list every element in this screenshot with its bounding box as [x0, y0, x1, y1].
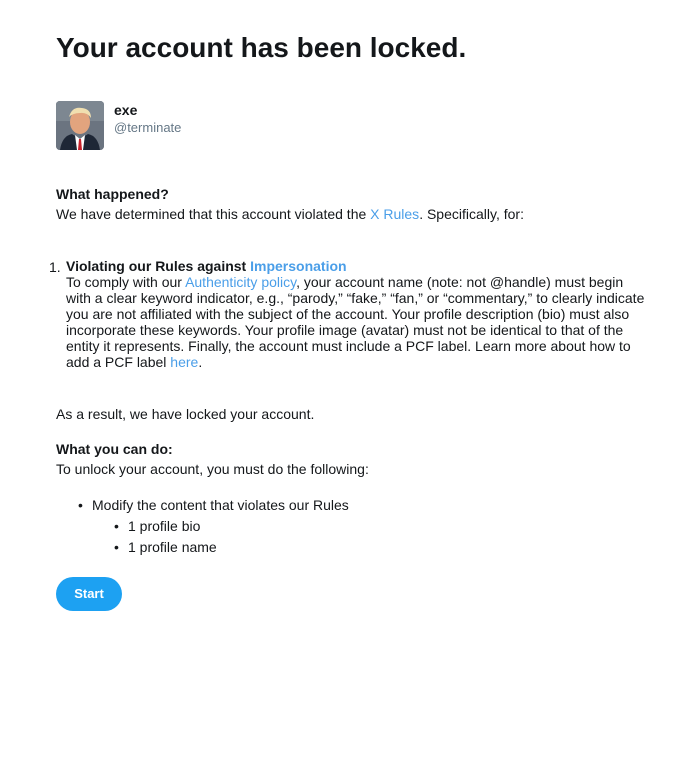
- bullet-dot: •: [114, 539, 119, 555]
- authenticity-policy-link[interactable]: Authenticity policy: [185, 274, 296, 290]
- violation-item: 1. Violating our Rules against Impersona…: [49, 258, 646, 370]
- violation-line-1: To comply with our Authenticity policy, …: [66, 274, 646, 290]
- avatar: [56, 101, 104, 150]
- step-sub-profile-bio: 1 profile bio: [128, 518, 201, 534]
- x-rules-link[interactable]: X Rules: [370, 206, 419, 222]
- account-info: exe @terminate: [56, 101, 356, 151]
- violation-line-6-start: add a PCF label: [66, 354, 171, 370]
- step-sub-profile-name: 1 profile name: [128, 539, 217, 555]
- bullet-dot: •: [78, 497, 83, 513]
- violation-line-3: you are not affiliated with the subject …: [66, 306, 630, 322]
- impersonation-link[interactable]: Impersonation: [250, 258, 346, 274]
- what-happened-text-start: We have determined that this account vio…: [56, 206, 371, 222]
- what-happened-text-end: . Specifically, for:: [419, 206, 524, 222]
- page-title: Your account has been locked.: [56, 32, 467, 63]
- violation-line-6-end: .: [198, 354, 203, 370]
- violation-title-row: Violating our Rules against Impersonatio…: [66, 258, 646, 274]
- violation-line-1-end: , your account name (note: not @handle) …: [296, 274, 624, 290]
- what-you-can-do-section: What you can do: To unlock your account,…: [56, 440, 656, 478]
- violation-number: 1.: [49, 259, 61, 275]
- account-name: exe: [114, 102, 138, 118]
- start-button[interactable]: Start: [56, 577, 122, 611]
- violation-title: Violating our Rules against: [66, 258, 251, 274]
- what-you-can-do-text: To unlock your account, you must do the …: [56, 461, 369, 477]
- what-you-can-do-heading: What you can do:: [56, 441, 173, 457]
- violation-line-5: entity it represents. Finally, the accou…: [66, 338, 631, 354]
- bullet-dot: •: [114, 518, 119, 534]
- what-happened-heading: What happened?: [56, 186, 169, 202]
- list-item: • Modify the content that violates our R…: [78, 497, 349, 513]
- result-text: As a result, we have locked your account…: [56, 406, 315, 422]
- list-item: • 1 profile bio: [114, 518, 201, 534]
- what-happened-section: What happened? We have determined that t…: [56, 185, 656, 223]
- account-handle: @terminate: [114, 120, 182, 135]
- violation-line-2: with a clear keyword indicator, e.g., “p…: [66, 290, 645, 306]
- violation-line-4: incorporate these keywords. Your profile…: [66, 322, 624, 338]
- what-happened-text: We have determined that this account vio…: [56, 205, 656, 223]
- list-item: • 1 profile name: [114, 539, 217, 555]
- step-main-label: Modify the content that violates our Rul…: [92, 497, 349, 513]
- violation-body: Violating our Rules against Impersonatio…: [66, 258, 646, 370]
- violation-line-1-start: To comply with our: [66, 274, 186, 290]
- violation-line-6: add a PCF label here.: [66, 354, 646, 370]
- pcf-label-here-link[interactable]: here: [170, 354, 198, 370]
- avatar-image: [56, 101, 104, 150]
